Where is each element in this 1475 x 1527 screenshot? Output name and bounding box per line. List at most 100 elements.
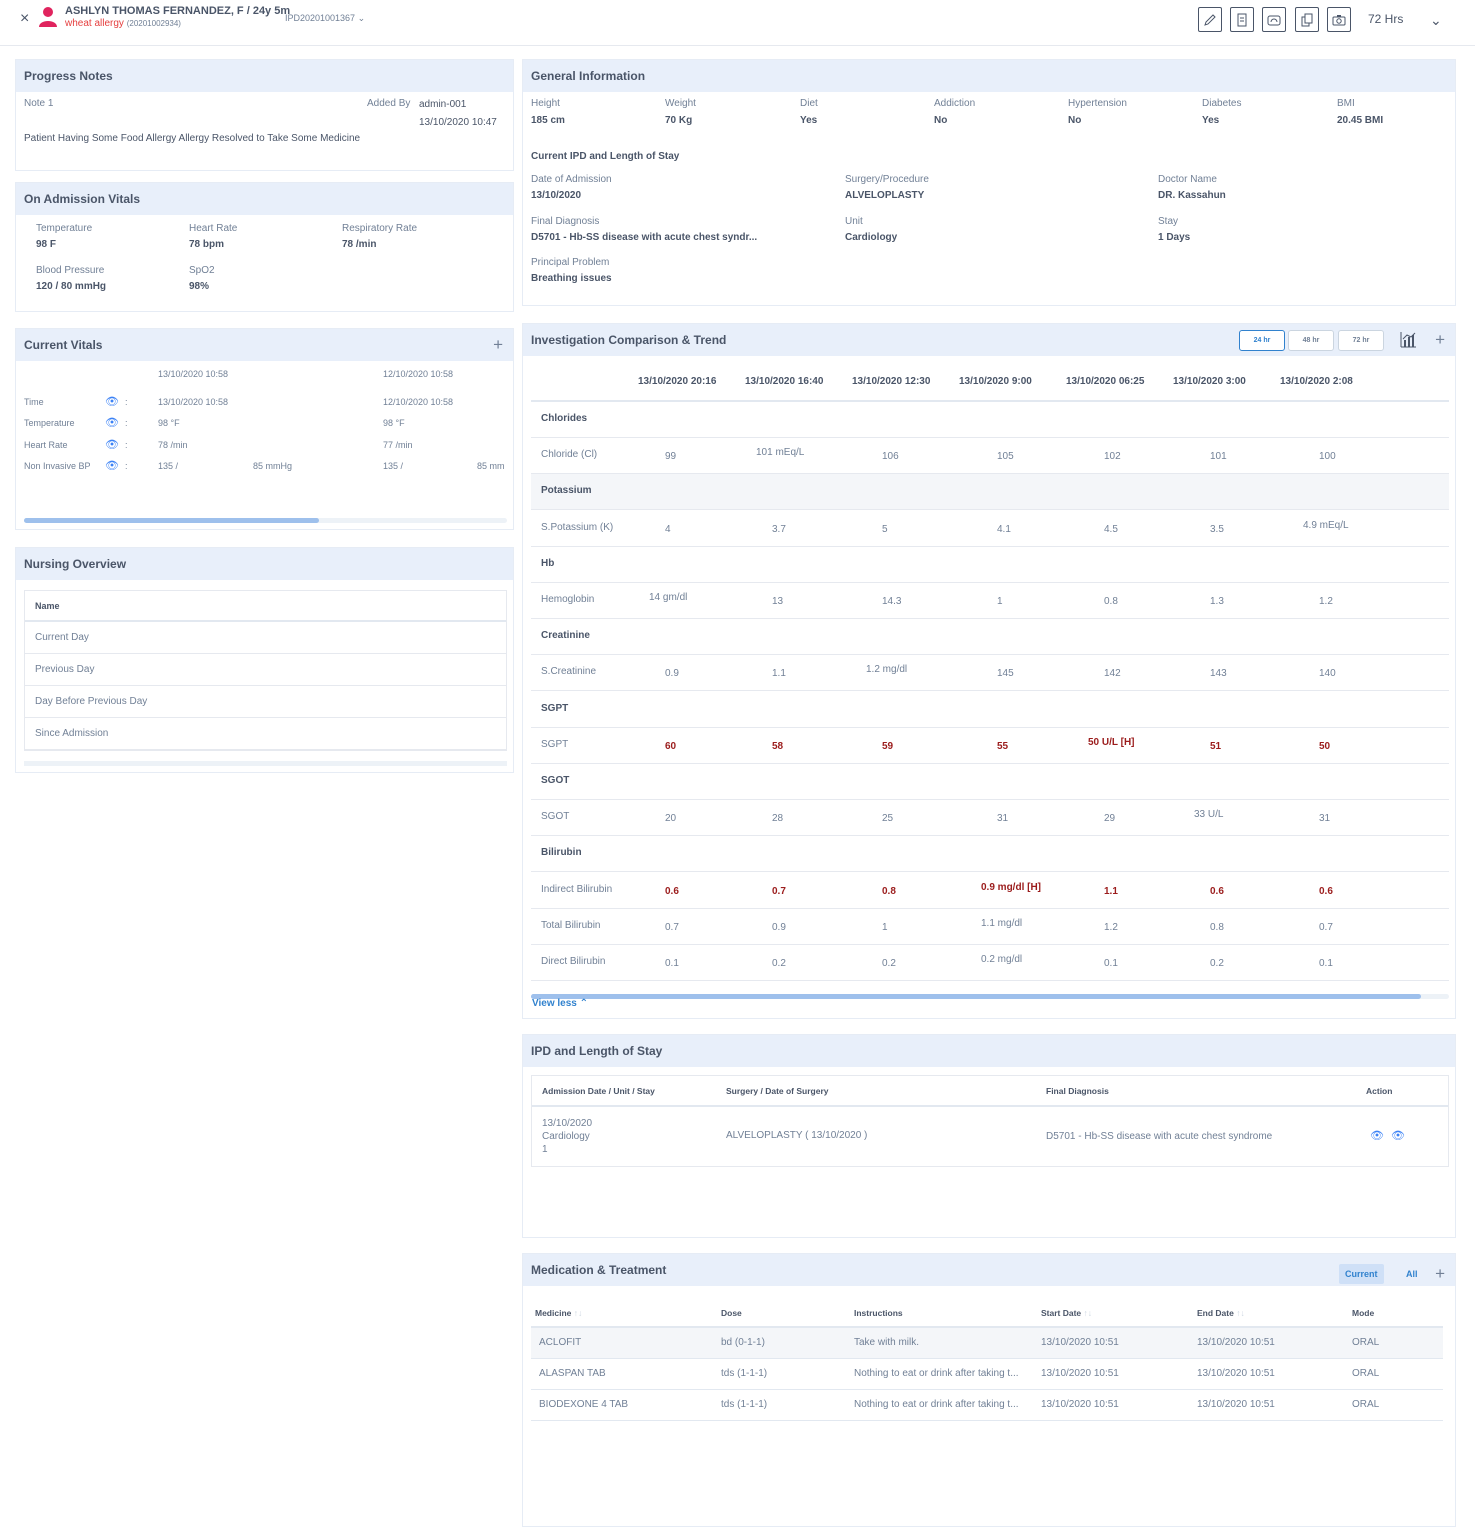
surgery-date: ALVELOPLASTY ( 13/10/2020 ): [726, 1130, 868, 1141]
tab-current[interactable]: Current: [1339, 1264, 1384, 1284]
range-24hr-button[interactable]: 24 hr: [1239, 330, 1285, 351]
scrollbar-thumb[interactable]: [24, 518, 319, 523]
add-icon[interactable]: +: [1435, 330, 1445, 350]
column-header-medicine[interactable]: Medicine ↑↓: [535, 1308, 582, 1318]
investigation-panel: Investigation Comparison & Trend 24 hr 4…: [522, 323, 1456, 1019]
panel-header: Current Vitals +: [16, 329, 513, 361]
stat-value: Yes: [800, 115, 818, 126]
nursing-scrollbar[interactable]: [24, 761, 507, 766]
vital-value-col2: 12/10/2020 10:58: [383, 397, 454, 407]
column-header: Final Diagnosis: [1046, 1086, 1109, 1096]
column-header: 13/10/2020 20:16: [638, 376, 717, 387]
vital-row-label: Temperature: [24, 418, 75, 428]
add-icon[interactable]: +: [1435, 1264, 1445, 1284]
vitals-row: Non Invasive BP 👁 : 135 / 85 mmHg 135 / …: [24, 459, 507, 475]
table-row[interactable]: Previous Day: [25, 654, 506, 686]
column-header-start[interactable]: Start Date ↑↓: [1041, 1308, 1092, 1318]
test-value: 14.3: [882, 596, 902, 607]
eye-icon[interactable]: 👁: [1391, 1129, 1405, 1142]
vital-label: Temperature: [36, 223, 93, 234]
dashboard-icon: [1267, 13, 1281, 27]
test-value: 1.2: [1104, 921, 1118, 933]
added-by-value: admin-001: [419, 99, 467, 110]
table-header: Medicine ↑↓ Dose Instructions Start Date…: [531, 1300, 1443, 1328]
sort-icon[interactable]: ↑↓: [1084, 1308, 1093, 1318]
test-value: 1: [997, 596, 1003, 607]
add-icon[interactable]: +: [493, 335, 503, 355]
test-value: 31: [997, 813, 1009, 825]
medication-start: 13/10/2020 10:51: [1041, 1399, 1119, 1410]
note-label: Note 1: [24, 98, 54, 109]
ipd-stay-panel: IPD and Length of Stay Admission Date / …: [522, 1034, 1456, 1238]
eye-icon[interactable]: 👁: [105, 438, 119, 451]
test-value: 50: [1319, 740, 1331, 752]
chevron-down-icon: ⌄: [357, 13, 366, 23]
document-button[interactable]: [1230, 7, 1254, 32]
medication-medicine: BIODEXONE 4 TAB: [539, 1399, 629, 1410]
ipd-selector[interactable]: IPD20201001367 ⌄: [285, 13, 365, 24]
patient-name: ASHLYN THOMAS FERNANDEZ, F / 24y 5m: [65, 5, 291, 17]
tab-all[interactable]: All: [1400, 1264, 1424, 1284]
test-value: 0.6: [665, 885, 679, 897]
test-value: 99: [665, 451, 677, 463]
test-value: 60: [665, 740, 677, 752]
table-row: Hemoglobin 14 gm/dl 13 14.3 1 0.8 1.3 1.2: [531, 583, 1449, 619]
chevron-down-icon[interactable]: ⌄: [1430, 12, 1442, 29]
medication-dose: tds (1-1-1): [721, 1368, 768, 1379]
table-header: Admission Date / Unit / Stay Surgery / D…: [532, 1076, 1448, 1107]
dashboard-button[interactable]: [1262, 7, 1286, 32]
test-value: 4.1: [997, 523, 1011, 535]
table-row[interactable]: Day Before Previous Day: [25, 686, 506, 718]
group-row: Potassium: [531, 474, 1449, 511]
test-value: 145: [997, 668, 1014, 680]
table-row[interactable]: Since Admission: [25, 718, 506, 750]
range-48hr-button[interactable]: 48 hr: [1288, 330, 1334, 351]
header-label: Medicine: [535, 1308, 572, 1318]
medication-medicine: ACLOFIT: [539, 1337, 582, 1348]
table-row: SGPT 60 58 59 55 50 U/L [H] 51 50: [531, 728, 1449, 764]
copy-button[interactable]: [1295, 7, 1319, 32]
eye-icon[interactable]: 👁: [105, 395, 119, 408]
sort-icon[interactable]: ↑↓: [1236, 1308, 1245, 1318]
vital-value: 98 F: [36, 239, 57, 250]
vitals-date-col2: 12/10/2020 10:58: [383, 369, 454, 379]
edit-button[interactable]: [1198, 7, 1222, 32]
table-row[interactable]: ACLOFIT bd (0-1-1) Take with milk. 13/10/20…: [531, 1328, 1443, 1359]
stay-value: DR. Kassahun: [1158, 190, 1226, 201]
test-value: 31: [1319, 813, 1331, 825]
scrollbar-thumb[interactable]: [531, 994, 1422, 999]
investigation-header-row: 13/10/2020 20:16 13/10/2020 16:40 13/10/20…: [531, 366, 1449, 402]
investigation-scrollbar[interactable]: [531, 994, 1449, 999]
vitals-scrollbar[interactable]: [24, 518, 507, 523]
admission-unit: Cardiology: [542, 1131, 590, 1142]
chart-icon[interactable]: [1399, 331, 1417, 349]
camera-icon: [1332, 13, 1346, 27]
vital-value-col1: 78 /min: [158, 440, 188, 450]
hours-label[interactable]: 72 Hrs: [1368, 12, 1403, 26]
stat-value: Yes: [1202, 115, 1220, 126]
table-row[interactable]: BIODEXONE 4 TAB tds (1-1-1) Nothing to eat…: [531, 1390, 1443, 1421]
test-name: Chloride (Cl): [541, 449, 598, 461]
test-value: 1.2 mg/dl: [866, 664, 908, 676]
sort-icon[interactable]: ↑↓: [574, 1308, 583, 1318]
stay-value: Breathing issues: [531, 273, 612, 284]
eye-icon[interactable]: 👁: [105, 459, 119, 472]
view-less-link[interactable]: View less ⌃: [532, 998, 588, 1009]
camera-button[interactable]: [1327, 7, 1351, 32]
admission-date: 13/10/2020: [542, 1118, 593, 1129]
chevron-up-icon: ⌃: [579, 998, 589, 1009]
stat-label: Weight: [665, 98, 696, 109]
close-button[interactable]: ×: [20, 10, 29, 28]
stat-label: Diet: [800, 98, 818, 109]
table-row[interactable]: ALASPAN TAB tds (1-1-1) Nothing to eat or …: [531, 1359, 1443, 1390]
test-value: 50 U/L [H]: [1088, 736, 1135, 748]
stay-label: Final Diagnosis: [531, 216, 600, 227]
eye-icon[interactable]: 👁: [1370, 1129, 1384, 1142]
column-header-end[interactable]: End Date ↑↓: [1197, 1308, 1245, 1318]
test-value: 0.9 mg/dl [H]: [981, 881, 1042, 893]
range-72hr-button[interactable]: 72 hr: [1338, 330, 1384, 351]
test-name: SGPT: [541, 738, 569, 750]
test-value: 101 mEq/L: [756, 447, 805, 459]
table-row[interactable]: Current Day: [25, 622, 506, 654]
eye-icon[interactable]: 👁: [105, 416, 119, 429]
